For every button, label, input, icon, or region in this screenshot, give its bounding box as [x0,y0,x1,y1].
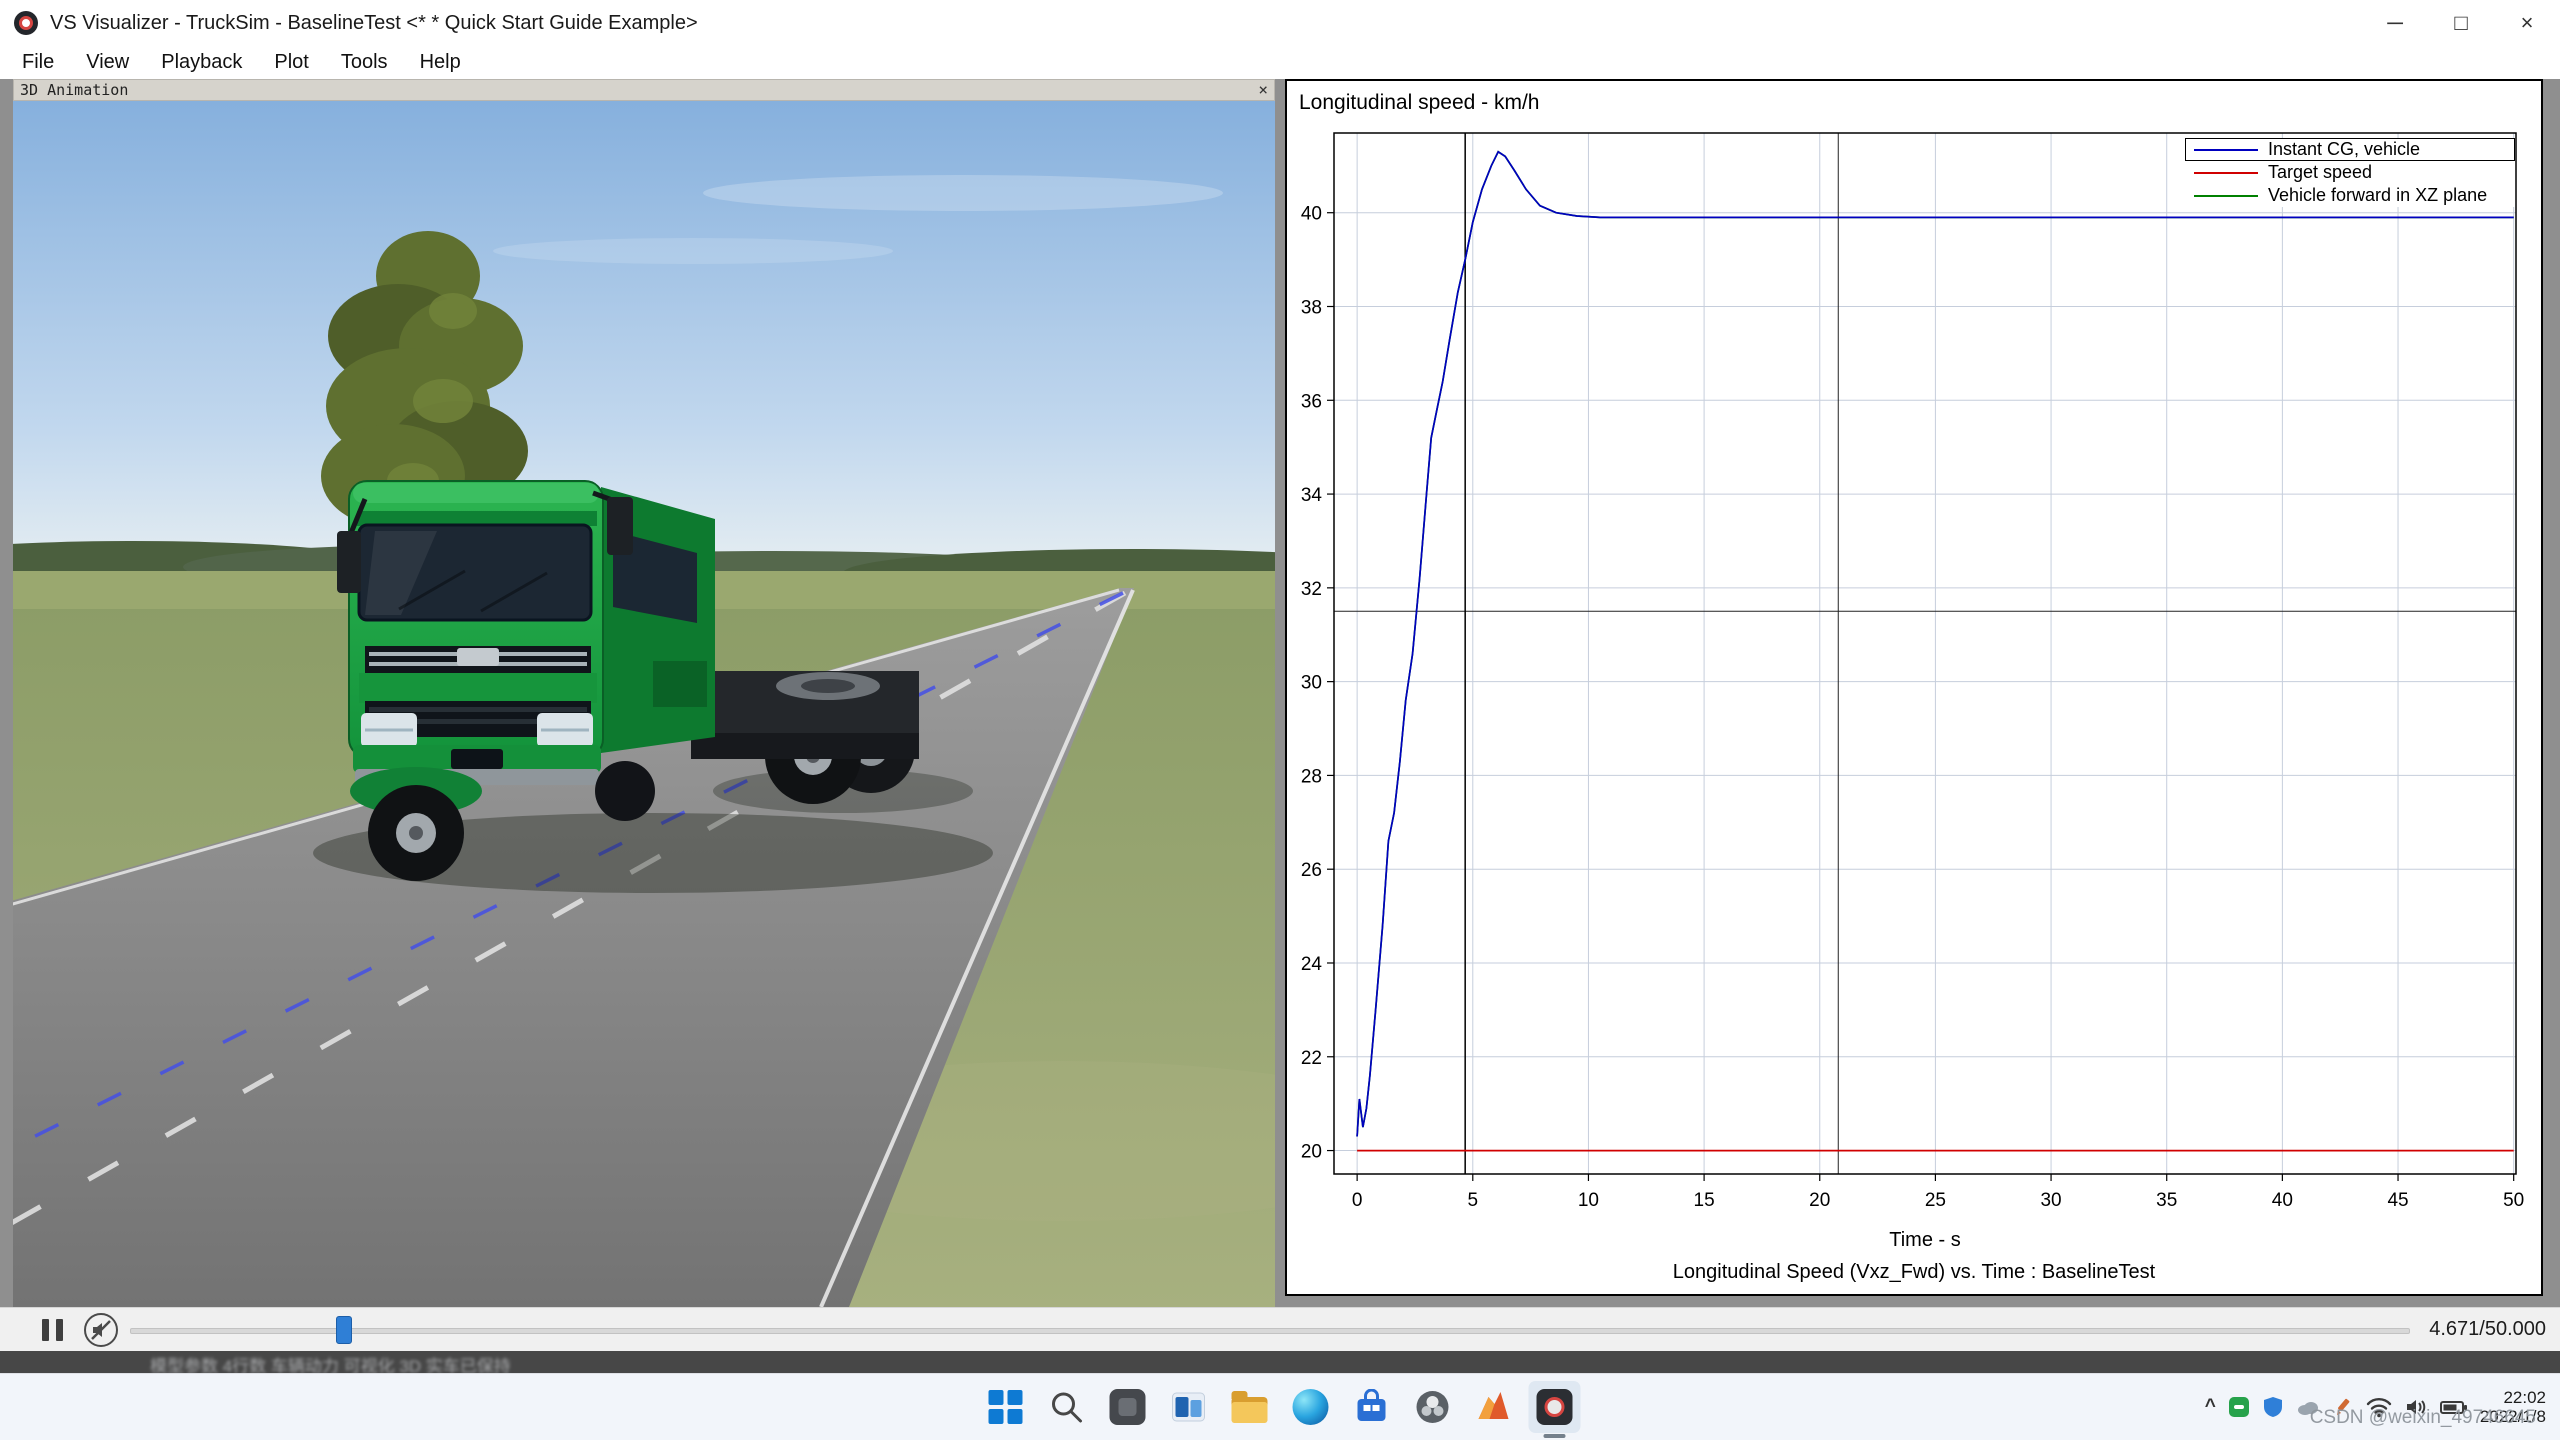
svg-text:50: 50 [2503,1190,2524,1211]
x-axis-label: Time - s [1334,1229,2516,1252]
client-area: 3D Animation × [0,79,2560,1351]
svg-text:10: 10 [1578,1190,1599,1211]
legend-item-target-speed[interactable]: Target speed [2185,161,2515,184]
svg-text:35: 35 [2156,1190,2177,1211]
background-window-text: 模型参数 4行数 车辆动力 可视化 3D 实车已保持 [150,1352,511,1373]
taskbar-edge-button[interactable] [1285,1381,1337,1433]
chart-pane: Longitudinal speed - km/h 05101520253035… [1285,79,2543,1296]
vs-visualizer-icon [1537,1389,1573,1425]
svg-text:34: 34 [1301,485,1323,506]
3d-viewport[interactable] [13,101,1275,1307]
taskbar-obs-button[interactable] [1407,1381,1459,1433]
taskbar: ^ [0,1373,2560,1440]
pause-button[interactable] [30,1315,74,1345]
start-button[interactable] [980,1381,1032,1433]
obs-icon [1415,1389,1451,1425]
vs-visualizer-logo-icon [14,11,38,35]
svg-text:24: 24 [1301,954,1323,975]
search-icon [1050,1390,1084,1424]
dark-app-icon [1110,1389,1146,1425]
matlab-icon [1476,1389,1512,1425]
task-view-icon [1171,1389,1207,1425]
playback-time: 4.671/50.000 [2429,1318,2546,1341]
animation-pane-title: 3D Animation [20,81,128,99]
svg-text:25: 25 [1925,1190,1946,1211]
maximize-button[interactable]: □ [2428,0,2494,46]
speaker-muted-icon [90,1319,112,1341]
legend-item-instant-cg[interactable]: Instant CG, vehicle [2185,138,2515,161]
animation-pane-header: 3D Animation × [13,79,1275,101]
svg-text:45: 45 [2387,1190,2408,1211]
taskbar-center [980,1374,1581,1440]
playback-slider-thumb[interactable] [336,1316,352,1344]
taskbar-vs-visualizer-button[interactable] [1529,1381,1581,1433]
taskbar-dark-app-button[interactable] [1102,1381,1154,1433]
window-title: VS Visualizer - TruckSim - BaselineTest … [50,12,698,35]
svg-text:20: 20 [1809,1190,1830,1211]
3d-scene [13,101,1275,1307]
close-button[interactable]: × [2494,0,2560,46]
edge-browser-icon [1293,1389,1329,1425]
svg-text:5: 5 [1467,1190,1478,1211]
chart-legend: Instant CG, vehicle Target speed Vehicle… [2185,138,2515,207]
svg-text:36: 36 [1301,391,1322,412]
file-explorer-icon [1232,1397,1268,1423]
legend-line-red [2194,172,2258,174]
titlebar: VS Visualizer - TruckSim - BaselineTest … [0,0,2560,47]
svg-text:22: 22 [1301,1048,1322,1069]
legend-item-vehicle-forward[interactable]: Vehicle forward in XZ plane [2185,184,2515,207]
svg-text:26: 26 [1301,860,1322,881]
legend-line-blue [2194,149,2258,151]
menu-tools[interactable]: Tools [325,46,404,79]
minimize-button[interactable]: ─ [2362,0,2428,46]
background-window-strip: 模型参数 4行数 车辆动力 可视化 3D 实车已保持 [0,1351,2560,1373]
svg-text:20: 20 [1301,1142,1322,1163]
store-icon [1354,1389,1390,1425]
svg-text:15: 15 [1694,1190,1715,1211]
speed-chart-plot[interactable]: 0 5 10 15 20 25 30 35 40 45 50 20 22 24 26 28 30 32 34 36 38… [1287,81,2541,1294]
svg-text:0: 0 [1352,1190,1363,1211]
playback-slider[interactable] [130,1328,2410,1334]
animation-pane-close-icon[interactable]: × [1258,82,1268,98]
taskbar-matlab-button[interactable] [1468,1381,1520,1433]
svg-text:30: 30 [2040,1190,2061,1211]
taskbar-store-button[interactable] [1346,1381,1398,1433]
taskbar-file-explorer-button[interactable] [1224,1381,1276,1433]
playback-bar: 4.671/50.000 [0,1307,2560,1351]
chart-caption: Longitudinal Speed (Vxz_Fwd) vs. Time : … [1287,1261,2541,1284]
svg-text:30: 30 [1301,673,1322,694]
tray-chevron-up-icon[interactable]: ^ [2205,1396,2216,1418]
legend-line-green [2194,195,2258,197]
clock-time: 22:02 [2480,1388,2546,1407]
menu-help[interactable]: Help [404,46,477,79]
svg-text:40: 40 [2272,1190,2293,1211]
tray-shield-icon[interactable] [2262,1396,2284,1418]
svg-text:32: 32 [1301,579,1322,600]
menubar: File View Playback Plot Tools Help [0,46,2560,79]
svg-text:28: 28 [1301,766,1322,787]
animation-pane: 3D Animation × [13,79,1275,1307]
taskbar-task-view-button[interactable] [1163,1381,1215,1433]
menu-playback[interactable]: Playback [145,46,258,79]
svg-text:40: 40 [1301,204,1322,225]
tray-green-app-icon[interactable] [2228,1396,2250,1418]
mute-button[interactable] [84,1313,118,1347]
svg-text:38: 38 [1301,298,1322,319]
menu-plot[interactable]: Plot [258,46,324,79]
taskbar-search-button[interactable] [1041,1381,1093,1433]
menu-view[interactable]: View [70,46,145,79]
csdn-watermark: CSDN @weixin_49746645 [2310,1407,2536,1429]
windows-start-icon [989,1390,1023,1424]
menu-file[interactable]: File [6,46,70,79]
